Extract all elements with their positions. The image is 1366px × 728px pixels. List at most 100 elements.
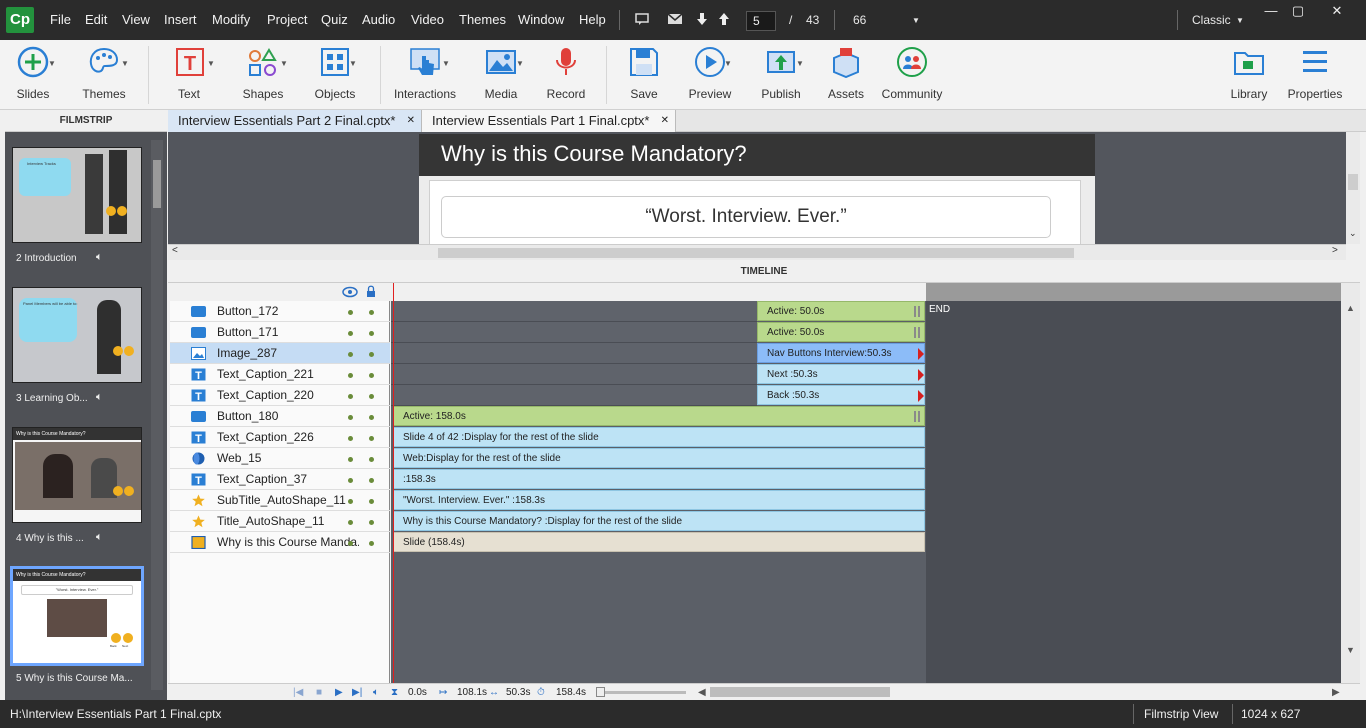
- menu-video[interactable]: Video: [411, 12, 444, 27]
- lock-toggle[interactable]: [369, 331, 374, 336]
- slide-thumbnail-3[interactable]: Panel Members will be able to:: [12, 287, 142, 383]
- arrow-up-icon[interactable]: [716, 11, 732, 27]
- preview-button[interactable]: ▼ Preview: [684, 40, 736, 110]
- chevron-right-icon[interactable]: ▶: [1332, 687, 1340, 698]
- slide-thumbnail-2[interactable]: Interview Tracks: [12, 147, 142, 243]
- timeline-bar[interactable]: Slide 4 of 42 :Display for the rest of t…: [393, 427, 925, 447]
- stage-horizontal-scrollbar[interactable]: < >: [168, 244, 1346, 260]
- chevron-right-icon[interactable]: >: [1332, 245, 1338, 256]
- visibility-toggle[interactable]: [348, 352, 353, 357]
- timeline-bar[interactable]: Slide (158.4s): [393, 532, 925, 552]
- timeline-bar[interactable]: Active: 50.0s: [757, 322, 925, 342]
- comment-icon[interactable]: [634, 11, 650, 27]
- menu-quiz[interactable]: Quiz: [321, 12, 348, 27]
- lock-toggle[interactable]: [369, 352, 374, 357]
- timeline-bar[interactable]: Active: 50.0s: [757, 301, 925, 321]
- close-icon[interactable]: ✕: [1320, 0, 1354, 22]
- timeline-bar[interactable]: Why is this Course Mandatory? :Display f…: [393, 511, 925, 531]
- play-icon[interactable]: ▶: [335, 687, 343, 698]
- timeline-layer-row[interactable]: SubTitle_AutoShape_11: [170, 490, 390, 511]
- record-button[interactable]: Record: [542, 40, 590, 110]
- chevron-left-icon[interactable]: ◀: [698, 687, 706, 698]
- lock-toggle[interactable]: [369, 457, 374, 462]
- visibility-toggle[interactable]: [348, 520, 353, 525]
- stop-icon[interactable]: ■: [316, 687, 322, 698]
- interactions-button[interactable]: ▼ Interactions: [392, 40, 458, 110]
- menu-window[interactable]: Window: [518, 12, 564, 27]
- visibility-toggle[interactable]: [348, 457, 353, 462]
- timeline-layer-row[interactable]: Image_287: [170, 343, 390, 364]
- save-button[interactable]: Save: [620, 40, 668, 110]
- stage-vertical-scrollbar[interactable]: ⌄: [1346, 132, 1360, 244]
- visibility-toggle[interactable]: [348, 415, 353, 420]
- themes-button[interactable]: ▼ Themes: [74, 40, 134, 110]
- menu-insert[interactable]: Insert: [164, 12, 197, 27]
- timeline-layer-row[interactable]: Why is this Course Manda...: [170, 532, 390, 553]
- community-button[interactable]: Community: [880, 40, 944, 110]
- slide-thumbnail-4[interactable]: Why is this Course Mandatory?: [12, 427, 142, 523]
- shapes-button[interactable]: ▼ Shapes: [234, 40, 292, 110]
- filmstrip-scroll-thumb[interactable]: [153, 160, 161, 208]
- lock-toggle[interactable]: [369, 310, 374, 315]
- slide-title[interactable]: Why is this Course Mandatory?: [419, 134, 1095, 176]
- maximize-icon[interactable]: ▢: [1281, 0, 1315, 22]
- timeline-layer-row[interactable]: T Text_Caption_226: [170, 427, 390, 448]
- mail-icon[interactable]: [667, 11, 683, 27]
- lock-toggle[interactable]: [369, 436, 374, 441]
- close-tab-icon[interactable]: ✕: [661, 110, 669, 131]
- stage-hscroll-thumb[interactable]: [438, 248, 1074, 258]
- visibility-toggle[interactable]: [348, 331, 353, 336]
- workspace-select[interactable]: Classic: [1192, 13, 1231, 27]
- visibility-toggle[interactable]: [348, 478, 353, 483]
- lock-toggle[interactable]: [369, 394, 374, 399]
- zoom-value[interactable]: 66: [853, 13, 866, 27]
- timeline-layer-row[interactable]: T Text_Caption_220: [170, 385, 390, 406]
- zoom-slider[interactable]: [596, 687, 686, 697]
- timeline-vertical-scrollbar[interactable]: ▲ ▼: [1341, 283, 1360, 683]
- media-button[interactable]: ▼ Media: [474, 40, 528, 110]
- close-tab-icon[interactable]: ✕: [407, 110, 415, 131]
- current-slide-input[interactable]: 5: [746, 11, 776, 31]
- timeline-bar[interactable]: Web:Display for the rest of the slide: [393, 448, 925, 468]
- timeline-bar[interactable]: Next :50.3s: [757, 364, 925, 384]
- timeline-bar[interactable]: Nav Buttons Interview:50.3s: [757, 343, 925, 363]
- tab-part-1[interactable]: Interview Essentials Part 1 Final.cptx* …: [422, 110, 676, 132]
- filmstrip-scrollbar[interactable]: [151, 140, 163, 690]
- menu-audio[interactable]: Audio: [362, 12, 395, 27]
- timeline-layer-row[interactable]: Title_AutoShape_11: [170, 511, 390, 532]
- menu-help[interactable]: Help: [579, 12, 606, 27]
- menu-file[interactable]: File: [50, 12, 71, 27]
- chevron-left-icon[interactable]: <: [172, 245, 178, 256]
- lock-toggle[interactable]: [369, 499, 374, 504]
- resize-grip-icon[interactable]: [914, 327, 920, 338]
- publish-button[interactable]: ▼ Publish: [754, 40, 808, 110]
- timeline-bar[interactable]: Back :50.3s: [757, 385, 925, 405]
- resize-grip-icon[interactable]: [914, 306, 920, 317]
- properties-button[interactable]: Properties: [1284, 40, 1346, 110]
- timeline-bar[interactable]: :158.3s: [393, 469, 925, 489]
- timeline-layer-row[interactable]: T Text_Caption_221: [170, 364, 390, 385]
- tab-part-2[interactable]: Interview Essentials Part 2 Final.cptx* …: [168, 110, 422, 132]
- lock-icon[interactable]: [366, 285, 376, 298]
- menu-modify[interactable]: Modify: [212, 12, 250, 27]
- stage-vscroll-thumb[interactable]: [1348, 174, 1358, 190]
- timeline-layer-row[interactable]: T Text_Caption_37: [170, 469, 390, 490]
- slides-button[interactable]: ▼ Slides: [4, 40, 62, 110]
- speaker-icon[interactable]: 🔈︎: [373, 687, 379, 698]
- timeline-layer-row[interactable]: Button_171: [170, 322, 390, 343]
- lock-toggle[interactable]: [369, 541, 374, 546]
- timeline-bar[interactable]: "Worst. Interview. Ever." :158.3s: [393, 490, 925, 510]
- visibility-toggle[interactable]: [348, 541, 353, 546]
- rewind-icon[interactable]: |◀: [293, 687, 303, 698]
- zoom-slider-handle[interactable]: [596, 687, 605, 697]
- lock-toggle[interactable]: [369, 478, 374, 483]
- menu-themes[interactable]: Themes: [459, 12, 506, 27]
- objects-button[interactable]: ▼ Objects: [306, 40, 364, 110]
- menu-edit[interactable]: Edit: [85, 12, 107, 27]
- visibility-toggle[interactable]: [348, 373, 353, 378]
- library-button[interactable]: Library: [1224, 40, 1274, 110]
- chevron-down-icon[interactable]: ⌄: [1349, 228, 1357, 239]
- scroll-down-icon[interactable]: ▼: [1346, 645, 1355, 655]
- visibility-toggle[interactable]: [348, 436, 353, 441]
- text-button[interactable]: T ▼ Text: [162, 40, 218, 110]
